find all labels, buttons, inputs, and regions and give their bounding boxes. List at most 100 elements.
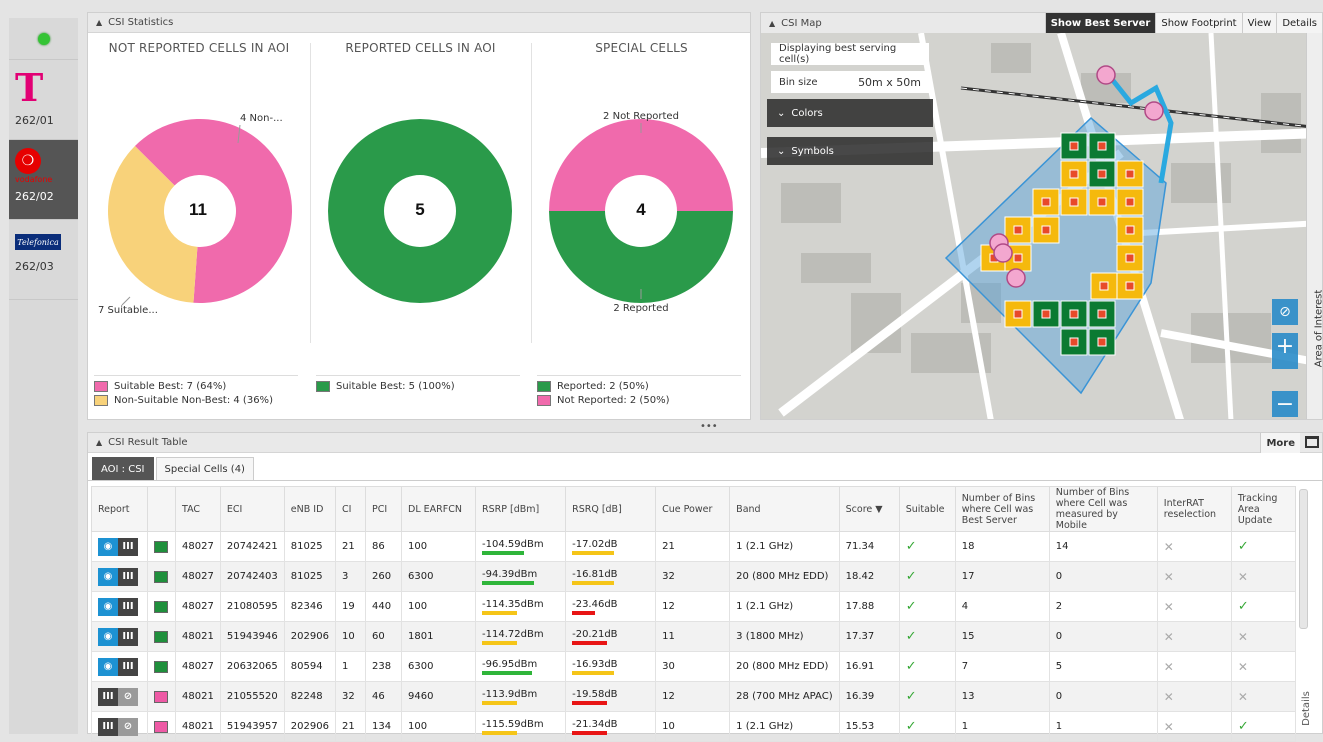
details-side-label[interactable]: Details [1301,691,1312,726]
area-of-interest-tab[interactable]: Area of Interest [1306,33,1322,419]
table-row[interactable]: ◉ III 48027 20742421 81025 21 86 100 -104.59dBm -… [90,531,1297,562]
collapse-caret-icon[interactable]: ▲ [96,438,102,447]
locate-icon[interactable]: ⊘ [1272,299,1298,325]
cell-pci: 260 [372,571,392,582]
zoom-slider[interactable] [1272,359,1298,369]
column-header[interactable]: Cue Power [655,486,731,532]
table-cell: 82248 [283,681,336,712]
eye-icon[interactable]: ◉ [98,567,118,586]
operator-tile-telekom[interactable]: T 262/01 [9,60,78,140]
table-row[interactable]: III ⊘ 48021 21055520 82248 32 46 9460 -113.9dBm -… [90,681,1297,712]
panel-splitter-handle[interactable]: ••• [700,421,718,432]
column-header[interactable]: Number of Bins where Cell was measured b… [1048,486,1158,532]
bars-icon[interactable]: III [118,537,138,556]
column-header[interactable]: Suitable [898,486,956,532]
eye-icon[interactable]: ◉ [98,597,118,616]
show-footprint-button[interactable]: Show Footprint [1155,13,1242,33]
eye-icon[interactable]: ◉ [98,627,118,646]
table-cell: 30 [655,651,731,682]
zoom-out-button[interactable]: − [1272,391,1298,417]
symbols-dropdown[interactable]: ⌄ Symbols [767,137,933,165]
bars-icon[interactable]: III [98,717,118,736]
bars-icon[interactable]: III [118,657,138,676]
check-icon: ✓ [905,539,917,554]
maximize-icon[interactable] [1305,436,1319,448]
collapse-caret-icon[interactable]: ▲ [96,18,102,27]
column-header[interactable]: Number of Bins where Cell was Best Serve… [954,486,1050,532]
column-header[interactable]: RSRQ [dB] [565,486,657,532]
tab-aoi-csi[interactable]: AOI : CSI [92,457,154,480]
column-header[interactable]: Score ▼ [838,486,900,532]
table-cell: 16.91 [838,651,900,682]
column-header[interactable]: eNB ID [283,486,336,532]
map-canvas[interactable]: Displaying best serving cell(s) Bin size… [761,33,1322,419]
cell-pci: 60 [372,631,385,642]
cell-color-swatch [154,630,169,643]
column-header[interactable]: Band [729,486,840,532]
panel-header[interactable]: ▲ CSI Result Table [88,433,1322,453]
cell-cue: 30 [662,661,675,672]
bars-icon[interactable]: III [118,567,138,586]
table-cell: 0 [1048,621,1158,652]
table-row[interactable]: ◉ III 48021 51943946 202906 10 60 1801 -114.72dB… [90,621,1297,652]
cell-earfcn: 9460 [408,691,434,702]
bars-icon[interactable]: III [118,597,138,616]
cell-eci: 21080595 [226,601,278,612]
column-header[interactable]: InterRAT reselection [1156,486,1232,532]
cell-enb: 202906 [290,631,329,642]
colors-dropdown[interactable]: ⌄ Colors [767,99,933,127]
column-header[interactable]: DL EARFCN [401,486,477,532]
column-header[interactable]: PCI [364,486,403,532]
table-cell: 13 [954,681,1050,712]
table-row[interactable]: ◉ III 48027 20742403 81025 3 260 6300 -94.39dBm -… [90,561,1297,592]
table-row[interactable]: ◉ III 48027 21080595 82346 19 440 100 -114.35dBm… [90,591,1297,622]
table-cell: 32 [334,681,367,712]
cell-ci: 21 [341,721,355,732]
zoom-in-button[interactable]: + [1272,333,1298,359]
table-cell: 28 (700 MHz APAC) [729,681,840,712]
map-bin-marker [1013,225,1023,235]
eye-off-icon[interactable]: ⊘ [118,687,138,706]
details-button[interactable]: Details [1276,13,1322,33]
table-cell: 81025 [283,531,336,562]
cell-rsrp: -104.59dBm [482,538,544,550]
eye-icon[interactable]: ◉ [98,657,118,676]
table-cell: 1801 [401,621,477,652]
column-header[interactable]: Report [90,486,149,532]
operator-tile-telefonica[interactable]: Telefonica 262/03 [9,220,78,300]
eye-off-icon[interactable]: ⊘ [118,717,138,736]
vodafone-wordmark: vodafone [15,175,53,184]
column-header[interactable]: RSRP [dBm] [475,486,567,532]
eye-icon[interactable]: ◉ [98,537,118,556]
table-cell: ✕ [1230,681,1297,712]
column-header[interactable]: CI [334,486,367,532]
table-cell: 18.42 [838,561,900,592]
column-header[interactable]: ECI [219,486,285,532]
table-cell: 15 [954,621,1050,652]
show-best-server-button[interactable]: Show Best Server [1044,13,1156,33]
cell-bins-measured: 2 [1055,601,1063,612]
cell-earfcn: 100 [408,541,428,552]
table-row[interactable]: III ⊘ 48021 51943957 202906 21 134 100 -115.59dB… [90,711,1297,742]
vertical-scrollbar[interactable] [1299,489,1308,629]
column-header[interactable]: Tracking Area Update [1230,486,1297,532]
column-header[interactable]: TAC [175,486,221,532]
collapse-caret-icon[interactable]: ▲ [769,19,775,28]
bars-icon[interactable]: III [98,687,118,706]
view-button[interactable]: View [1241,13,1277,33]
check-icon: ✓ [905,689,917,704]
tab-special-cells[interactable]: Special Cells (4) [155,457,254,480]
table-row[interactable]: ◉ III 48027 20632065 80594 1 238 6300 -96.95dBm -… [90,651,1297,682]
table-cell: ✕ [1156,621,1232,652]
cell-eci: 20742421 [226,541,278,552]
more-button[interactable]: More [1260,433,1300,453]
bars-icon[interactable]: III [118,627,138,646]
table-cell: ✕ [1156,711,1232,742]
panel-header[interactable]: ▲ CSI Statistics [88,13,750,33]
panel-header[interactable]: ▲ CSI Map Show Best Server Show Footprin… [761,13,1322,33]
table-cell: 1 (2.1 GHz) [729,531,840,562]
column-header[interactable] [147,486,177,532]
operator-tile-vodafone[interactable]: ❍ vodafone 262/02 [9,140,78,220]
table-cell: 100 [401,591,477,622]
cross-icon: ✕ [1163,659,1174,674]
